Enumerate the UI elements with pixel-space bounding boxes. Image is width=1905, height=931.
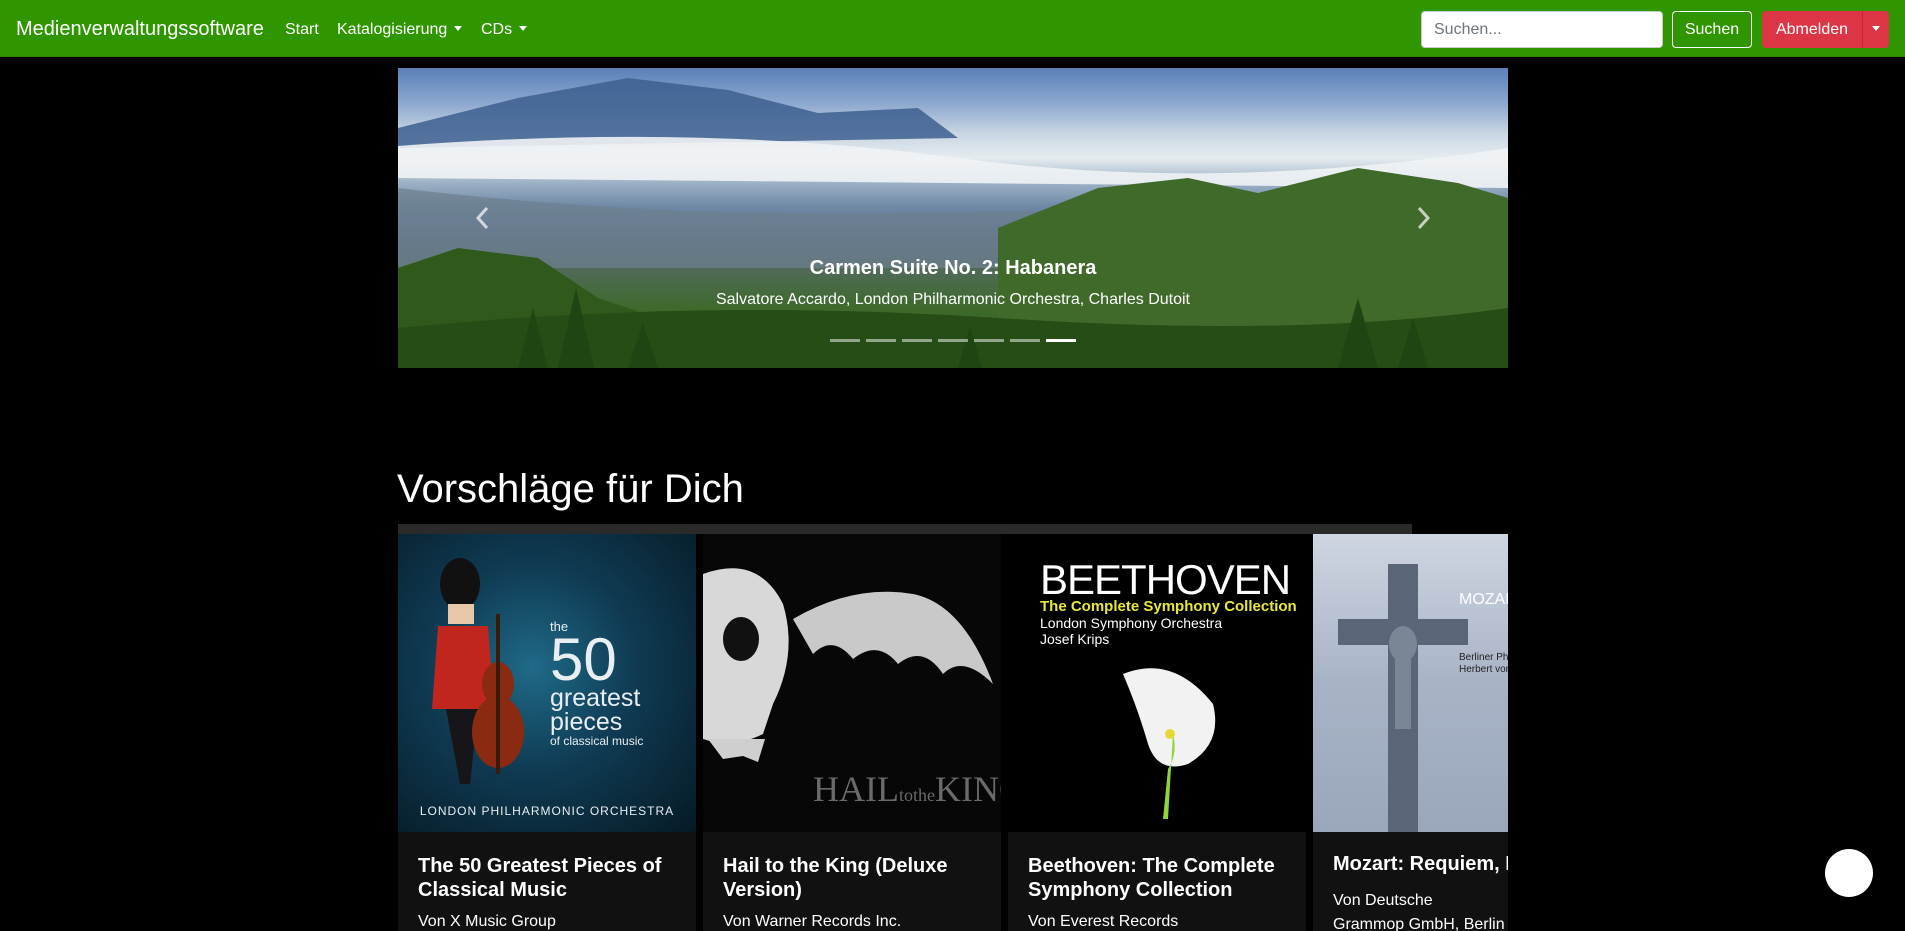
album-label: Von X Music Group [418,913,556,930]
cover-text-hail: HAIL [813,769,899,809]
carousel-indicator[interactable] [974,339,1004,342]
carousel-caption-title: Carmen Suite No. 2: Habanera [809,257,1097,279]
carousel-indicator[interactable] [902,339,932,342]
album-cover: BEETHOVEN The Complete Symphony Collecti… [1008,534,1306,832]
cover-text-50: 50 [550,626,617,693]
cover-text-berliner: Berliner Philharmo [1459,652,1508,663]
top-navbar: Medienverwaltungssoftware Start Katalogi… [0,0,1905,57]
calla-lily-illustration [1123,668,1216,819]
nav-start[interactable]: Start [285,21,319,39]
album-card[interactable]: the 50 greatest pieces of classical musi… [398,534,696,931]
album-card[interactable]: BEETHOVEN The Complete Symphony Collecti… [1008,534,1306,931]
nav-cds[interactable]: CDs [481,21,528,39]
chevron-right-icon [1417,206,1431,230]
cover-title-art: HAILtotheKING [813,768,1001,810]
brand-link[interactable]: Medienverwaltungssoftware [16,18,264,41]
carousel-caption-subtitle: Salvatore Accardo, London Philharmonic O… [715,291,1190,308]
logout-button[interactable]: Abmelden [1762,11,1862,48]
nav-katalogisierung-label: Katalogisierung [337,21,448,38]
cover-text-karajan: Herbert von Karaja [1459,664,1508,675]
cover-title-art: the 50 greatest pieces of classical musi… [550,619,643,748]
search-button[interactable]: Suchen [1672,11,1752,48]
album-title[interactable]: Beethoven: The Complete Symphony Collect… [1028,854,1288,902]
chevron-down-icon [519,26,528,31]
carousel-next-button[interactable] [1408,200,1438,236]
cover-text-pieces: pieces [550,708,623,736]
suggestions-heading: Vorschläge für Dich [397,467,744,511]
carousel-indicator[interactable] [1010,339,1040,342]
cover-text-orchestra: LONDON PHILHARMONIC ORCHESTRA [419,804,675,818]
album-title[interactable]: The 50 Greatest Pieces of Classical Musi… [418,854,678,902]
album-card[interactable]: MOZART · Berliner Philharmo Herbert von … [1313,534,1508,931]
cover-text-the: the [913,785,935,805]
horizontal-scrollbar[interactable] [398,524,1412,534]
cover-text-king: KING [935,769,1001,809]
album-cover: the 50 greatest pieces of classical musi… [398,534,696,832]
floating-action-button[interactable] [1825,849,1873,897]
logout-dropdown-toggle[interactable] [1862,11,1889,48]
album-title[interactable]: Hail to the King (Deluxe Version) [723,854,983,902]
carousel-indicator[interactable] [830,339,860,342]
album-cover: HAILtotheKING [703,534,1001,832]
album-card[interactable]: HAILtotheKING Hail to the King (Deluxe V… [703,534,1001,931]
cover-text-greatest: greatest [550,684,641,712]
cellist-illustration [432,558,524,784]
chevron-down-icon [1872,26,1880,31]
nav-cds-label: CDs [481,21,513,38]
carousel-prev-button[interactable] [468,200,498,236]
hero-carousel: Carmen Suite No. 2: Habanera Salvatore A… [398,68,1508,368]
carousel-indicator[interactable] [938,339,968,342]
carousel-landscape-image [398,78,1508,368]
carousel-indicator[interactable] [866,339,896,342]
album-title[interactable]: Mozart: Requiem, K [1333,852,1508,876]
suggestions-card-row: the 50 greatest pieces of classical musi… [398,534,1508,931]
nav-katalogisierung[interactable]: Katalogisierung [337,21,463,39]
album-cover: MOZART · Berliner Philharmo Herbert von … [1313,534,1508,832]
chevron-down-icon [454,26,463,31]
carousel-indicators [398,339,1508,342]
logout-button-group: Abmelden [1762,11,1889,48]
album-label: Von Everest Records [1028,913,1179,930]
album-label: Von Deutsche Grammop GmbH, Berlin [1333,892,1505,931]
carousel-indicator[interactable] [1046,339,1076,342]
search-input[interactable] [1421,11,1663,48]
cover-text-mozart: MOZART · [1459,591,1508,608]
album-label: Von Warner Records Inc. [723,913,902,930]
cover-text-of-classical-music: of classical music [550,734,644,748]
chevron-left-icon [475,206,489,230]
cover-text-to: to [898,785,913,805]
crucifix-illustration [1338,564,1468,832]
